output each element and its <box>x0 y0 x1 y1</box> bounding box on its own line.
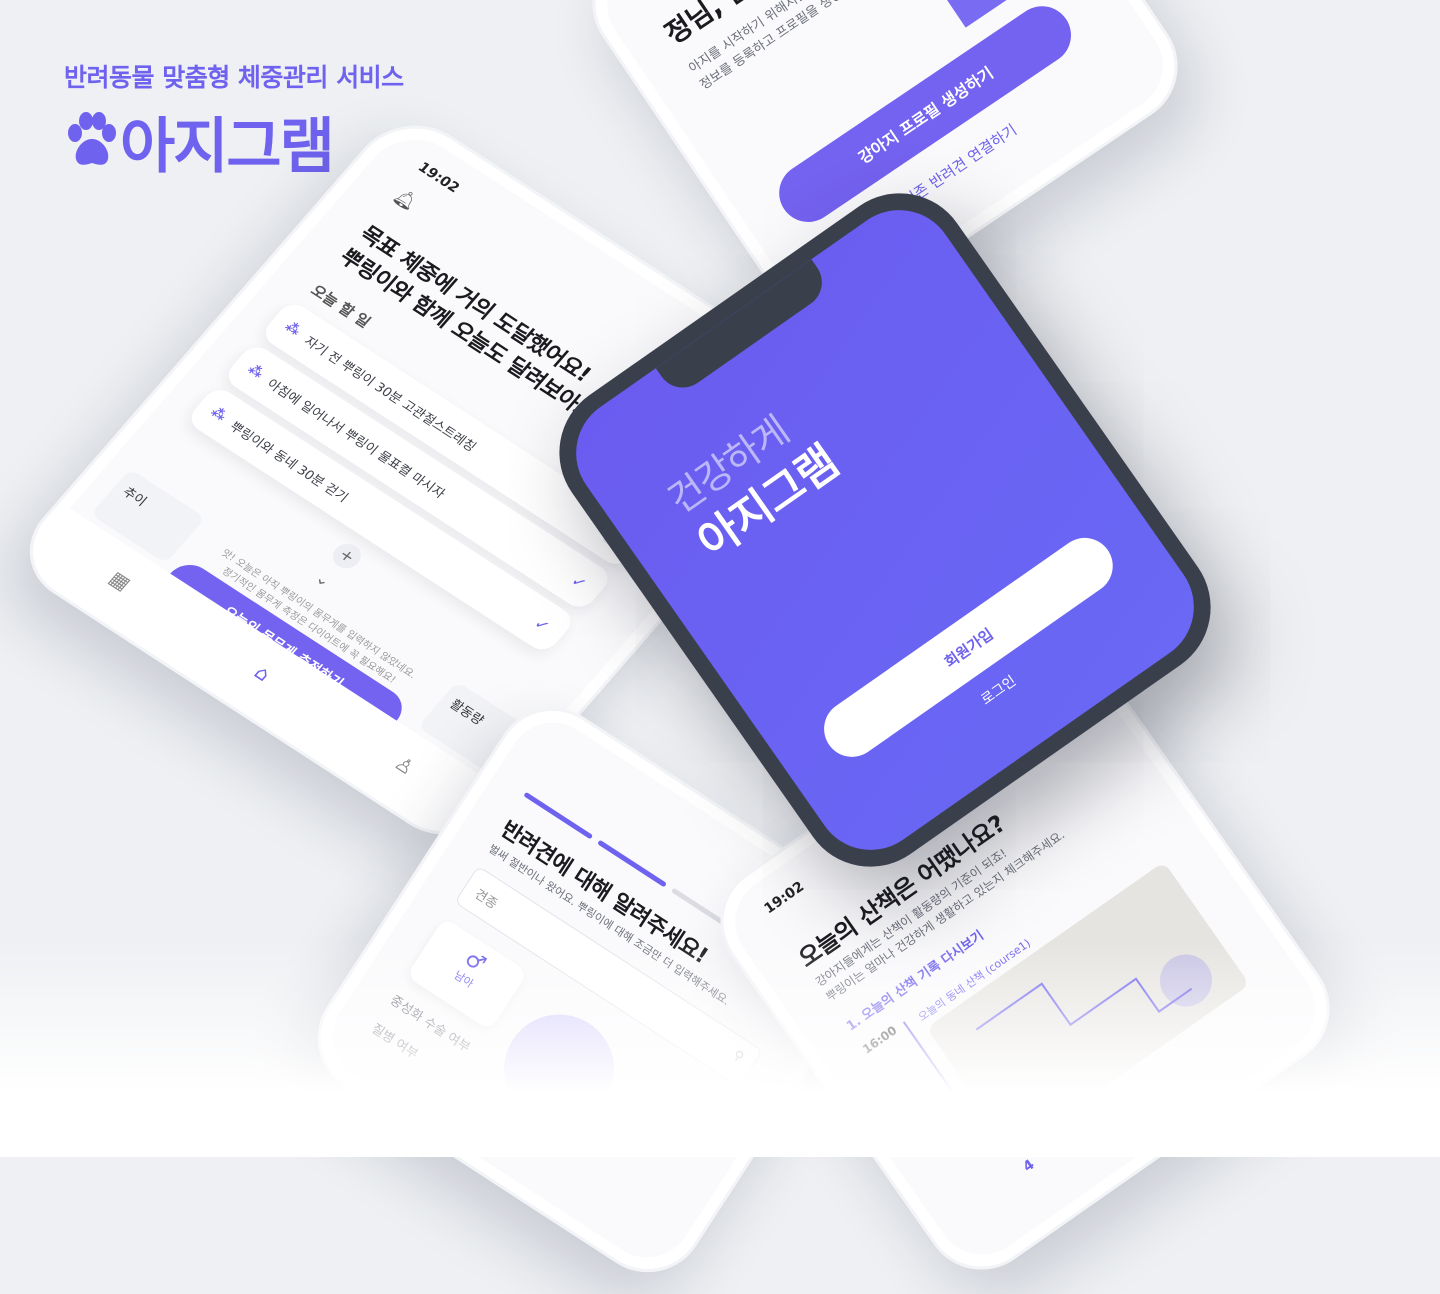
footprint-icon: ⁂ <box>207 404 230 425</box>
chevron-down-icon[interactable]: ⌄ <box>312 569 336 591</box>
walk-time-end: 17:00 <box>922 1111 962 1145</box>
footprint-icon: ⁂ <box>244 361 267 382</box>
user-icon[interactable]: ♙ <box>389 751 420 779</box>
walk-stat: 4 <box>1020 1156 1038 1176</box>
paw-icon <box>68 112 116 165</box>
check-icon[interactable]: ✓ <box>530 614 554 636</box>
breed-placeholder: 견종 <box>471 886 500 913</box>
gender-decor <box>482 993 636 1146</box>
plus-icon[interactable]: + <box>327 539 367 573</box>
status-time: 19:02 <box>414 159 463 197</box>
check-icon[interactable]: ✓ <box>567 571 591 593</box>
grid-icon[interactable]: ▦ <box>104 566 136 595</box>
brand-title: 아지그램 <box>64 106 335 182</box>
bell-icon[interactable]: 🔔︎ <box>389 186 422 214</box>
walk-map[interactable] <box>926 861 1250 1151</box>
walk-route <box>975 954 1212 1031</box>
notch <box>529 215 691 330</box>
home-icon[interactable]: ⌂ <box>249 660 276 685</box>
onboarding-illustration <box>820 0 1115 28</box>
search-icon[interactable]: ⚲ <box>730 1048 746 1066</box>
signup-button[interactable]: 회원가입 <box>813 526 1124 768</box>
disease-label: 질병 여부 <box>368 1021 421 1063</box>
brand-subtitle: 반려동물 맞춤형 체중관리 서비스 <box>64 63 404 92</box>
footprint-icon: ⁂ <box>281 318 304 339</box>
walk-time-start: 16:00 <box>860 1023 900 1057</box>
brand-title-text: 아지그램 <box>120 111 335 182</box>
status-time: 19:02 <box>761 878 808 918</box>
